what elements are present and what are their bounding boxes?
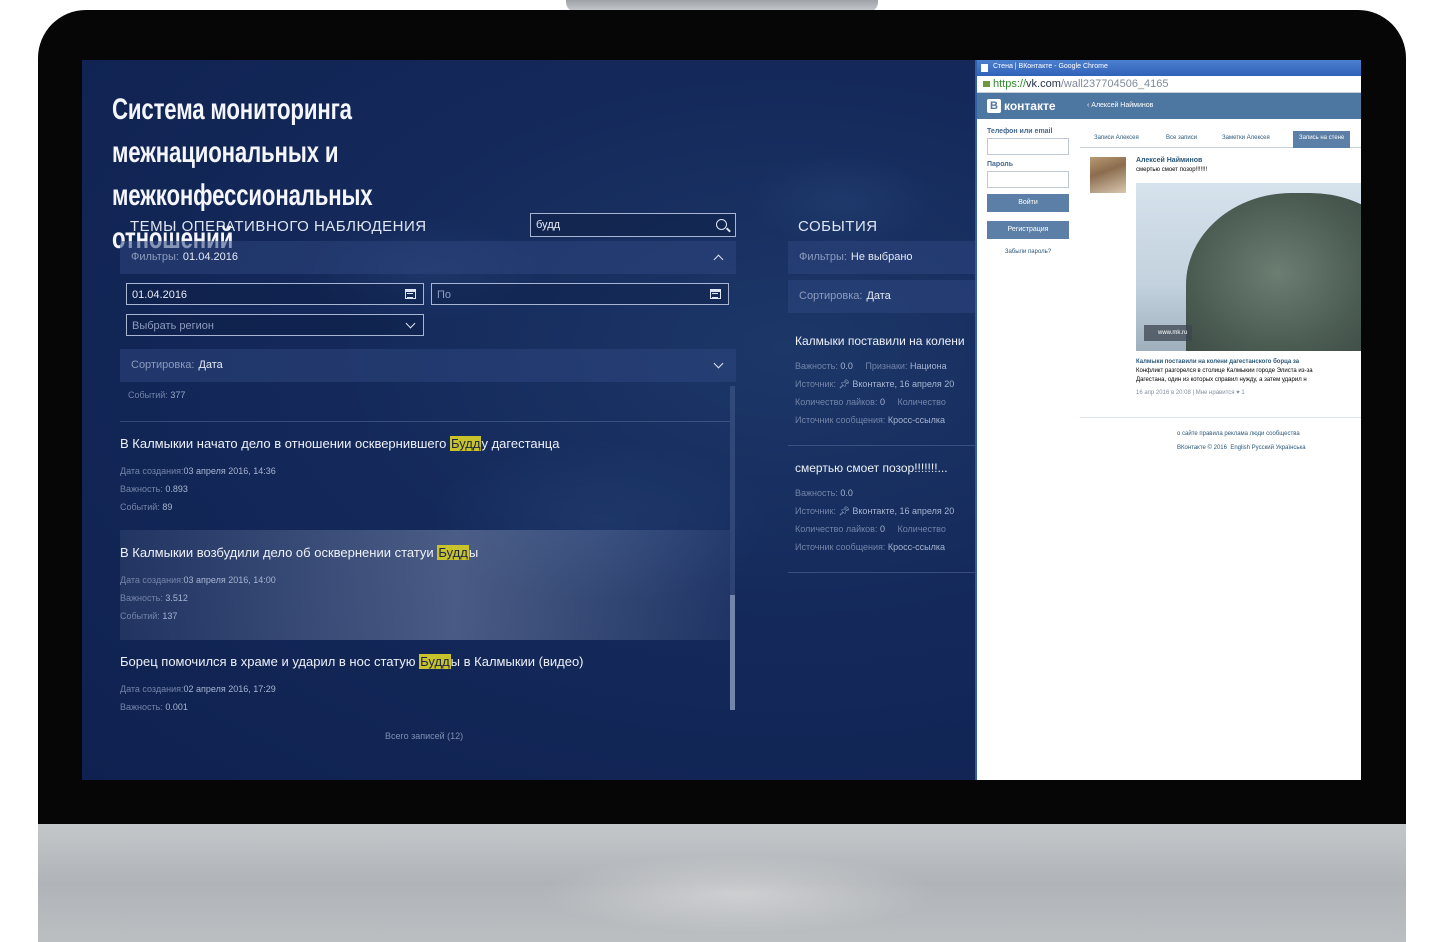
event-meta: Важность: 0.0 Источник: 📌︎ Вконтакте, 16… [795, 488, 955, 552]
events-panel-title: СОБЫТИЯ [798, 218, 878, 235]
vk-like-button[interactable]: Мне нравится [1196, 390, 1235, 396]
vk-post-image[interactable]: www.mk.ru [1136, 183, 1361, 351]
vk-login-form: Телефон или email Пароль Войти Регистрац… [987, 128, 1069, 255]
events-sort-bar[interactable]: Сортировка: Дата [788, 280, 978, 313]
lock-icon [983, 81, 990, 87]
vk-post-date[interactable]: 16 апр 2016 в 20:08 [1136, 390, 1191, 396]
vk-image-source[interactable]: www.mk.ru [1144, 325, 1193, 341]
monitor-chin [38, 824, 1406, 942]
events-count: Событий: 377 [128, 390, 186, 400]
topics-scrollbar-thumb[interactable] [730, 595, 735, 710]
vk-post-text: смертью смоет позор!!!!!!! [1136, 167, 1208, 173]
filters-value: Не выбрано [850, 251, 913, 263]
event-title[interactable]: смертью смоет позор!!!!!!!... [795, 461, 948, 475]
topics-search-box[interactable] [530, 213, 736, 237]
vk-browser-window[interactable]: Стена | ВКонтакте - Google Chrome https:… [975, 60, 1361, 780]
topic-meta: Дата создания:03 апреля 2016, 14:00 Важн… [120, 575, 276, 621]
pin-icon: 📌︎ [838, 506, 850, 516]
events-filters-bar[interactable]: Фильтры: Не выбрано [788, 241, 978, 274]
sort-label: Сортировка: Дата [799, 290, 891, 302]
vk-footer: о сайте правила реклама люди сообщества … [1177, 427, 1306, 455]
calendar-icon[interactable] [405, 289, 416, 299]
divider [788, 445, 978, 446]
topics-panel-title: ТЕМЫ ОПЕРАТИВНОГО НАБЛЮДЕНИЯ [130, 218, 427, 235]
topic-item[interactable]: Борец помочился в храме и ударил в нос с… [120, 654, 720, 716]
monitor-screen: Система мониторинга межнациональных и ме… [82, 60, 1361, 780]
sort-value: Дата [198, 359, 223, 371]
filters-label: Фильтры: 01.04.2016 [131, 251, 238, 263]
search-icon[interactable] [716, 219, 727, 230]
chevron-up-icon[interactable] [713, 254, 724, 265]
vk-wall-post: Алексей Найминов смертью смоет позор!!!!… [1080, 153, 1361, 418]
vk-caption-title[interactable]: Калмыки поставили на колени дагестанског… [1136, 359, 1299, 365]
buddha-statue-image [1186, 193, 1361, 351]
filters-label: Фильтры: Не выбрано [799, 251, 913, 263]
browser-titlebar: Стена | ВКонтакте - Google Chrome [977, 60, 1361, 76]
vk-register-button[interactable]: Регистрация [987, 221, 1069, 239]
vk-wall-tabs: Записи Алексея Все записи Заметки Алексе… [1080, 131, 1361, 148]
vk-header: В контакте ‹ Алексей Найминов [977, 93, 1361, 119]
topic-item[interactable]: В Калмыкии начато дело в отношении оскве… [120, 436, 720, 516]
topics-filters-bar[interactable]: Фильтры: 01.04.2016 [120, 241, 736, 274]
vk-phone-input[interactable] [987, 138, 1069, 155]
vk-logo-icon[interactable]: В [987, 99, 1001, 113]
calendar-icon[interactable] [710, 289, 721, 299]
vk-password-input[interactable] [987, 171, 1069, 188]
topics-sort-bar[interactable]: Сортировка: Дата [120, 349, 736, 382]
vk-tab[interactable]: Записи Алексея [1094, 135, 1139, 141]
avatar[interactable] [1090, 157, 1126, 193]
date-to-field[interactable]: По [431, 283, 729, 305]
chevron-down-icon[interactable] [713, 358, 724, 369]
vk-tab-active[interactable]: Запись на стене [1293, 131, 1351, 148]
vk-post-author[interactable]: Алексей Найминов [1136, 157, 1202, 164]
vk-breadcrumb[interactable]: ‹ Алексей Найминов [1087, 102, 1153, 109]
vk-tab[interactable]: Все записи [1166, 135, 1197, 141]
event-title[interactable]: Калмыки поставили на колени [795, 334, 965, 348]
total-records: Всего записей (12) [385, 731, 464, 741]
date-from-field[interactable]: 01.04.2016 [126, 283, 424, 305]
topic-meta: Дата создания:03 апреля 2016, 14:36 Важн… [120, 466, 276, 512]
topic-title[interactable]: В Калмыкии начато дело в отношении оскве… [120, 436, 720, 452]
event-meta: Важность: 0.0 Признаки: Национа Источник… [795, 361, 955, 425]
vk-login-button[interactable]: Войти [987, 194, 1069, 212]
vk-logo-text[interactable]: контакте [1004, 99, 1056, 113]
sort-value: Дата [866, 290, 891, 302]
divider [120, 421, 730, 422]
vk-language-links[interactable]: English Русский Українська [1230, 445, 1305, 451]
sort-label: Сортировка: Дата [131, 359, 223, 371]
vk-post-caption: Калмыки поставили на колени дагестанског… [1136, 359, 1313, 396]
topic-title[interactable]: Борец помочился в храме и ударил в нос с… [120, 654, 720, 670]
vk-tab[interactable]: Заметки Алексея [1222, 135, 1270, 141]
divider [788, 572, 978, 573]
browser-address-bar[interactable]: https://vk.com/wall237704506_4165 [977, 76, 1361, 93]
filters-value: 01.04.2016 [182, 251, 238, 263]
vk-footer-links[interactable]: о сайте правила реклама люди сообщества [1177, 427, 1306, 441]
topic-title[interactable]: В Калмыкии возбудили дело об осквернении… [120, 545, 720, 561]
topics-search-input[interactable] [531, 214, 735, 236]
pin-icon: 📌︎ [838, 379, 850, 389]
vk-forgot-link[interactable]: Забыли пароль? [987, 249, 1069, 255]
topic-item[interactable]: В Калмыкии возбудили дело об осквернении… [120, 545, 720, 625]
topic-meta: Дата создания:02 апреля 2016, 17:29 Важн… [120, 684, 276, 712]
region-select[interactable]: Выбрать регион [126, 314, 424, 336]
chevron-down-icon[interactable] [405, 318, 416, 329]
